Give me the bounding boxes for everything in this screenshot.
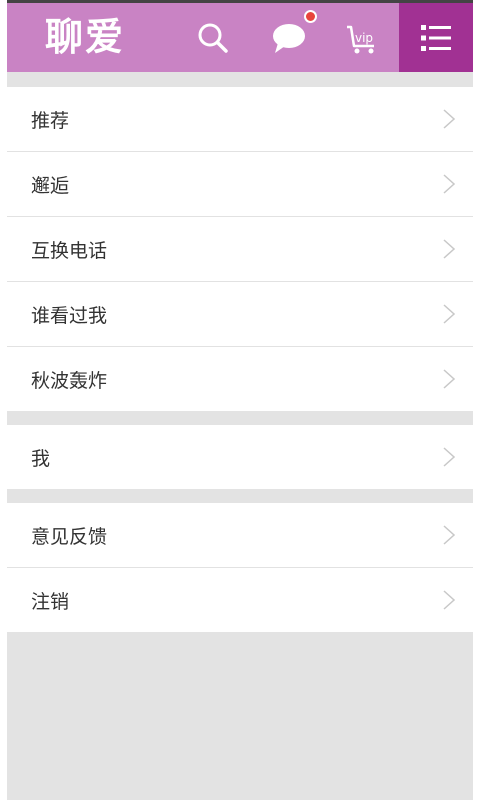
app-header: 聊爱 vip	[7, 3, 473, 72]
app-screen: 聊爱 vip 推荐 邂逅 互换电话 谁看过我 秋波轰炸 我 意见反馈 注销	[7, 0, 473, 800]
menu-item-exchange-phone[interactable]: 互换电话	[7, 217, 473, 282]
menu-item-label: 邂逅	[31, 174, 70, 197]
menu-group-main: 推荐 邂逅 互换电话 谁看过我 秋波轰炸	[7, 87, 473, 411]
menu-item-label: 秋波轰炸	[31, 369, 108, 392]
chevron-right-icon	[443, 174, 455, 194]
menu-item-wink-blast[interactable]: 秋波轰炸	[7, 347, 473, 411]
menu-item-label: 我	[31, 447, 51, 470]
vip-cart-icon: vip	[347, 25, 374, 53]
search-icon	[198, 23, 228, 53]
menu-item-label: 推荐	[31, 109, 70, 132]
menu-group-settings: 意见反馈 注销	[7, 503, 473, 632]
vip-button[interactable]: vip	[341, 3, 383, 72]
menu-item-label: 互换电话	[31, 239, 108, 262]
chevron-right-icon	[443, 447, 455, 467]
menu-item-me[interactable]: 我	[7, 425, 473, 489]
vip-label: vip	[355, 31, 373, 45]
menu-list-icon	[421, 24, 451, 51]
chevron-right-icon	[443, 304, 455, 324]
menu-group-profile: 我	[7, 425, 473, 489]
menu-item-logout[interactable]: 注销	[7, 568, 473, 632]
menu-item-recommend[interactable]: 推荐	[7, 87, 473, 152]
menu-item-encounter[interactable]: 邂逅	[7, 152, 473, 217]
chevron-right-icon	[443, 590, 455, 610]
chevron-right-icon	[443, 525, 455, 545]
chevron-right-icon	[443, 239, 455, 259]
menu-item-visitors[interactable]: 谁看过我	[7, 282, 473, 347]
menu-item-feedback[interactable]: 意见反馈	[7, 503, 473, 568]
menu-item-label: 注销	[31, 590, 70, 613]
notification-dot	[304, 10, 317, 23]
menu-item-label: 谁看过我	[31, 304, 108, 327]
chevron-right-icon	[443, 369, 455, 389]
chevron-right-icon	[443, 109, 455, 129]
chat-bubble-icon	[273, 23, 305, 53]
menu-button[interactable]	[399, 3, 473, 72]
search-button[interactable]	[191, 3, 235, 72]
menu-item-label: 意见反馈	[31, 525, 108, 548]
app-logo: 聊爱	[45, 15, 126, 59]
